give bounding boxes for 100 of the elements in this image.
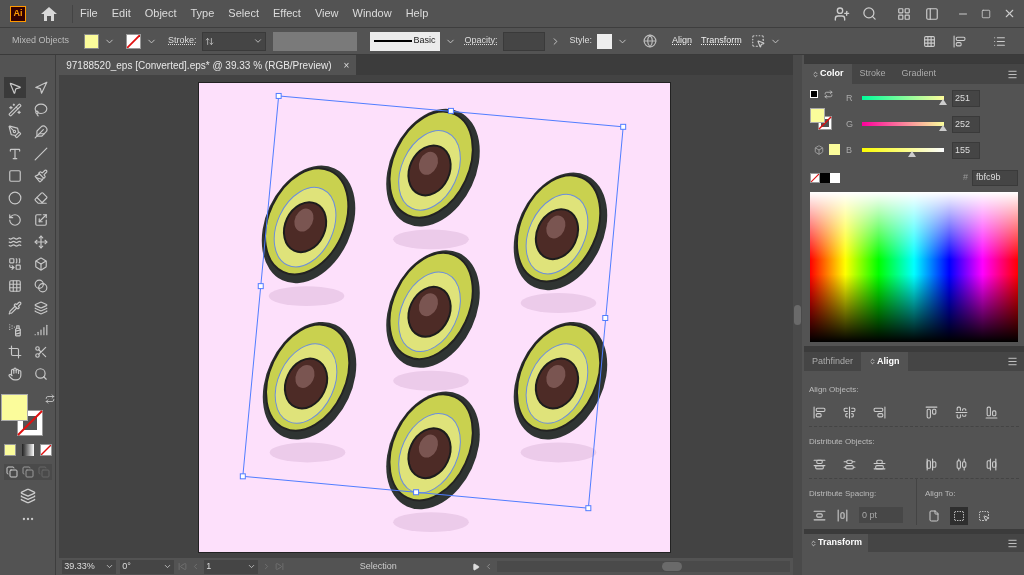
stroke-weight-field[interactable] [201,31,266,51]
align-icon[interactable] [955,406,968,419]
menu-item[interactable]: Type [183,5,222,22]
distribute-icon[interactable] [873,458,886,471]
section-heading: Distribute Objects: [809,437,875,446]
distribute-icon[interactable] [955,458,968,471]
menu-item[interactable]: Edit [104,5,138,22]
panel-tab[interactable]: Align [861,352,908,371]
panel-icon[interactable] [925,6,939,21]
menu-item[interactable]: Help [398,5,436,22]
distribute-icon[interactable] [925,458,938,471]
align-link[interactable]: Align [672,34,693,48]
swap-icon[interactable] [44,394,55,404]
user-icon[interactable] [834,5,850,22]
distribute-icon[interactable] [813,458,826,471]
channel-value-field[interactable]: 155 [952,142,980,159]
channel-slider[interactable] [862,122,944,133]
isolate-icon[interactable] [750,34,765,48]
channel-slider[interactable] [862,96,944,107]
panel-menu-icon[interactable] [1007,68,1018,80]
menu-item[interactable]: Object [137,5,184,22]
spacing-icon[interactable] [836,508,849,522]
align-icon[interactable] [873,406,886,419]
web-color-swatch[interactable] [829,144,840,155]
eraser-icon [33,190,48,205]
globe-icon[interactable] [643,34,658,48]
menu-item[interactable]: Select [221,5,266,22]
default-color-swatch[interactable] [820,173,830,183]
chevron-icon[interactable] [252,36,263,46]
close-icon[interactable] [1003,7,1016,20]
document-tab[interactable]: 97188520_eps [Converted].eps* @ 39.33 % (RGB/Preview) × [59,55,357,75]
style-swatch[interactable] [597,33,613,49]
selection-box[interactable] [240,92,627,512]
grid-icon[interactable] [923,34,936,48]
panel-tab[interactable]: Pathfinder [804,352,862,371]
channel-value-field[interactable]: 251 [952,90,980,107]
slider-thumb[interactable] [938,99,947,105]
opacity-field[interactable] [502,31,545,51]
fill-swatch[interactable] [84,33,100,49]
align-icon[interactable] [953,34,966,48]
screen-mode-icon[interactable] [19,488,36,504]
draw-mode-icon[interactable] [5,466,18,478]
align-to-button[interactable] [950,507,968,525]
dashed-square-icon [953,510,965,522]
menu-item[interactable]: View [307,5,346,22]
stepper-icon[interactable] [204,35,214,47]
panel-menu-icon[interactable] [1007,356,1018,367]
play-icon[interactable] [472,562,481,571]
rotation-dropdown[interactable]: 0° [120,559,175,574]
default-colors-icon[interactable] [810,90,818,98]
chevron-icon [247,562,257,571]
distribute-icon[interactable] [843,458,856,471]
draw-mode-icon[interactable] [21,466,34,478]
color-spectrum[interactable] [810,192,1018,342]
eyedropper-icon [7,300,22,315]
zoom-dropdown[interactable]: 39.33% [62,559,117,574]
vertical-scrollbar[interactable] [793,55,802,575]
menu-item[interactable]: File [73,5,105,22]
cube-icon[interactable] [814,145,824,155]
none-mode-button[interactable] [39,444,52,456]
align-icon[interactable] [813,406,826,419]
channel-value-field[interactable]: 252 [952,116,980,133]
swap-icon[interactable] [824,90,833,99]
brush-dropdown[interactable]: Basic [369,31,440,51]
fill-stroke-swatches[interactable] [0,394,43,436]
gradient-mode-button[interactable] [21,444,34,456]
distribute-icon[interactable] [985,458,998,471]
home-button[interactable] [41,6,57,21]
section-heading: Distribute Spacing: [809,489,877,498]
horizontal-scrollbar[interactable] [497,561,791,572]
panel-menu-icon[interactable] [1007,537,1018,549]
align-icon[interactable] [843,406,856,419]
tool-button[interactable] [3,77,26,98]
list-icon[interactable] [993,34,1006,48]
maximize-icon[interactable] [981,8,991,19]
brush-icon [33,168,48,183]
panel-tab[interactable]: Stroke [851,64,894,84]
channel-slider[interactable] [862,148,944,159]
menu-item[interactable]: Window [345,5,399,22]
workspace-icon[interactable] [897,6,911,21]
scale-icon [33,212,48,227]
updown-icon [869,358,877,365]
fill-stroke-swatches[interactable] [810,108,832,130]
artboard-dropdown[interactable]: 1 [204,559,259,574]
transform-link[interactable]: Transform [701,34,742,48]
panel-tab[interactable]: Transform [804,534,868,552]
align-icon[interactable] [985,406,998,419]
panel-tab[interactable]: Gradient [893,64,945,84]
align-icon[interactable] [925,406,938,419]
spacing-icon[interactable] [813,508,826,522]
color-mode-button[interactable] [3,444,16,456]
default-color-swatch[interactable] [830,173,840,183]
stroke-swatch[interactable] [126,33,142,49]
slider-thumb[interactable] [907,151,916,157]
tab-close-button[interactable]: × [343,57,350,73]
panel-tab[interactable]: Color [804,64,852,84]
none-swatch[interactable] [810,173,820,183]
hex-field[interactable]: fbfc9b [972,170,1018,186]
menu-item[interactable]: Effect [265,5,308,22]
search-icon[interactable] [862,6,877,21]
